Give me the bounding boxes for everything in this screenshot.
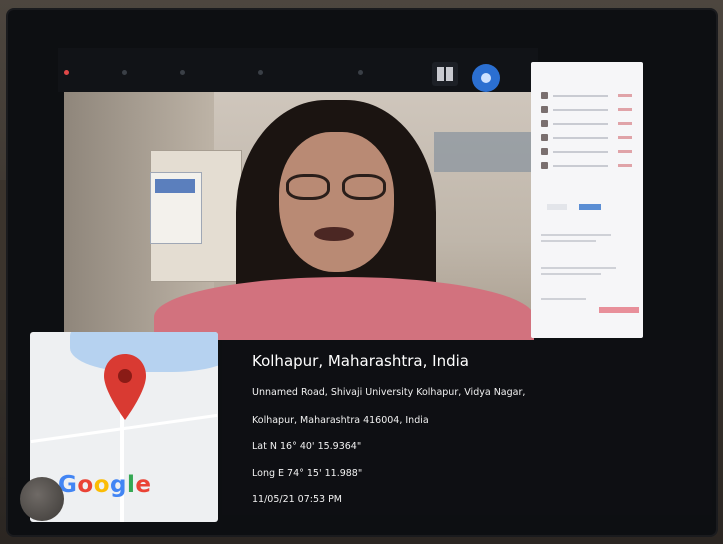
panel-text-line <box>541 273 601 275</box>
panel-text-line <box>541 267 616 269</box>
mic-status-icon <box>618 164 632 167</box>
toolbar-item-2[interactable] <box>180 70 188 80</box>
date-time: 11/05/21 07:53 PM <box>252 494 343 505</box>
panel-text-line <box>541 234 611 236</box>
avatar <box>541 92 548 99</box>
speaker-glasses <box>286 174 386 200</box>
avatar <box>541 148 548 155</box>
mic-icon <box>122 70 127 75</box>
speaker-face <box>279 132 394 272</box>
share-icon <box>481 73 491 83</box>
geotag-overlay: Kolhapur, Maharashtra, India Unnamed Roa… <box>222 340 712 515</box>
panel-text-line <box>541 298 586 300</box>
speaker-mouth <box>314 227 354 241</box>
video-calendar <box>150 172 202 244</box>
red-dot-icon <box>258 70 263 75</box>
mic-status-icon <box>618 94 632 97</box>
participant-name <box>553 95 608 97</box>
participant-name <box>553 151 608 153</box>
location-title: Kolhapur, Maharashtra, India <box>252 352 469 370</box>
video-shelf <box>434 132 534 172</box>
avatar <box>541 162 548 169</box>
participant-name <box>553 123 608 125</box>
participant-row[interactable] <box>541 148 636 156</box>
participant-video <box>64 92 534 340</box>
address-line-2: Kolhapur, Maharashtra 416004, India <box>252 415 429 426</box>
google-logo: Google <box>58 472 152 498</box>
participant-name <box>553 137 608 139</box>
share-screen-button[interactable] <box>472 64 500 92</box>
participants-icon <box>358 70 363 75</box>
panel-button[interactable] <box>547 204 567 210</box>
meeting-toolbar <box>58 48 538 92</box>
participant-row[interactable] <box>541 106 636 114</box>
mic-status-icon <box>618 136 632 139</box>
finger-occlusion <box>20 477 64 521</box>
panel-action-button[interactable] <box>599 307 639 313</box>
participant-row[interactable] <box>541 162 636 170</box>
panel-primary-button[interactable] <box>579 204 601 210</box>
mic-status-icon <box>618 122 632 125</box>
record-icon <box>64 70 69 75</box>
latitude: Lat N 16° 40' 15.9364" <box>252 441 362 452</box>
panel-text-line <box>541 240 596 242</box>
toolbar-item-1[interactable] <box>122 70 130 80</box>
participant-row[interactable] <box>541 134 636 142</box>
participants-panel <box>531 62 643 338</box>
participant-row[interactable] <box>541 120 636 128</box>
longitude: Long E 74° 15' 11.988" <box>252 468 363 479</box>
address-line-1: Unnamed Road, Shivaji University Kolhapu… <box>252 387 526 398</box>
participant-row[interactable] <box>541 92 636 100</box>
avatar <box>541 120 548 127</box>
avatar <box>541 106 548 113</box>
toolbar-item-4[interactable] <box>358 70 366 80</box>
record-indicator[interactable] <box>64 70 72 80</box>
avatar <box>541 134 548 141</box>
mic-status-icon <box>618 150 632 153</box>
layout-toggle-button[interactable] <box>432 62 458 86</box>
participant-name <box>553 165 608 167</box>
toolbar-item-3[interactable] <box>258 70 266 80</box>
camera-icon <box>180 70 185 75</box>
map-pin-icon <box>102 352 148 422</box>
mic-status-icon <box>618 108 632 111</box>
participant-name <box>553 109 608 111</box>
